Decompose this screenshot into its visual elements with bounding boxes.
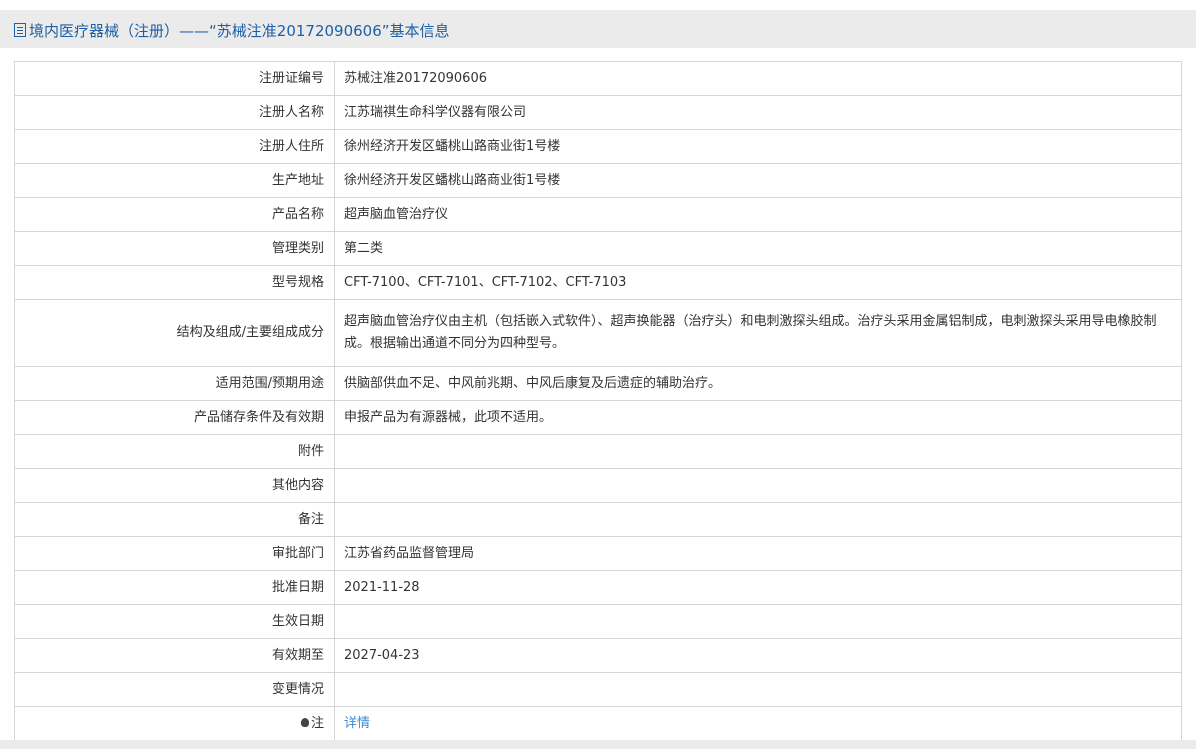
info-table: 注册证编号 苏械注准20172090606 注册人名称 江苏瑞祺生命科学仪器有限公司注…	[14, 61, 1182, 741]
table-row: 有效期至 2027-04-23	[14, 638, 1182, 673]
field-label: 产品名称	[14, 197, 335, 232]
field-label: 注册人名称	[14, 95, 335, 130]
page-header: 境内医疗器械（注册）——“苏械注准20172090606”基本信息	[0, 10, 1196, 48]
table-row: 结构及组成/主要组成成分 超声脑血管治疗仪由主机（包括嵌入式软件）、超声换能器（治…	[14, 299, 1182, 367]
field-value: 供脑部供血不足、中风前兆期、中风后康复及后遗症的辅助治疗。	[334, 366, 1182, 401]
table-row: 适用范围/预期用途 供脑部供血不足、中风前兆期、中风后康复及后遗症的辅助治疗。	[14, 366, 1182, 401]
table-row: 注册人住所 徐州经济开发区蟠桃山路商业街1号楼	[14, 129, 1182, 164]
table-row: 变更情况	[14, 672, 1182, 707]
field-label: 变更情况	[14, 672, 335, 707]
field-value: 2027-04-23	[334, 638, 1182, 673]
field-value: 2021-11-28	[334, 570, 1182, 605]
field-label: 型号规格	[14, 265, 335, 300]
table-row: 审批部门 江苏省药品监督管理局	[14, 536, 1182, 571]
table-row: 附件	[14, 434, 1182, 469]
table-row: 生产地址 徐州经济开发区蟠桃山路商业街1号楼	[14, 163, 1182, 198]
footer-band	[0, 740, 1196, 749]
table-row: 产品储存条件及有效期 申报产品为有源器械，此项不适用。	[14, 400, 1182, 435]
document-icon	[14, 23, 26, 37]
field-label: 生效日期	[14, 604, 335, 639]
details-link[interactable]: 详情	[344, 716, 370, 731]
note-row: 注 详情	[14, 706, 1182, 741]
field-value: 江苏省药品监督管理局	[334, 536, 1182, 571]
page-title: 境内医疗器械（注册）——“苏械注准20172090606”基本信息	[14, 20, 450, 41]
field-value: 第二类	[334, 231, 1182, 266]
table-row: 生效日期	[14, 604, 1182, 639]
note-label: 注	[14, 706, 335, 741]
field-value: 申报产品为有源器械，此项不适用。	[334, 400, 1182, 435]
field-label: 审批部门	[14, 536, 335, 571]
field-label: 批准日期	[14, 570, 335, 605]
field-label: 备注	[14, 502, 335, 537]
field-label: 附件	[14, 434, 335, 469]
field-value	[334, 604, 1182, 639]
page-title-text: 境内医疗器械（注册）——“苏械注准20172090606”基本信息	[29, 22, 450, 40]
table-row: 型号规格 CFT-7100、CFT-7101、CFT-7102、CFT-7103	[14, 265, 1182, 300]
field-value: 江苏瑞祺生命科学仪器有限公司	[334, 95, 1182, 130]
field-label: 注册人住所	[14, 129, 335, 164]
table-row: 批准日期 2021-11-28	[14, 570, 1182, 605]
field-label: 注册证编号	[14, 61, 335, 96]
field-label: 产品储存条件及有效期	[14, 400, 335, 435]
table-row: 产品名称 超声脑血管治疗仪	[14, 197, 1182, 232]
field-label: 生产地址	[14, 163, 335, 198]
field-value	[334, 672, 1182, 707]
field-label: 其他内容	[14, 468, 335, 503]
field-value: 徐州经济开发区蟠桃山路商业街1号楼	[334, 163, 1182, 198]
field-value: 超声脑血管治疗仪	[334, 197, 1182, 232]
table-row: 注册证编号 苏械注准20172090606	[14, 61, 1182, 96]
table-row: 其他内容	[14, 468, 1182, 503]
table-row: 管理类别 第二类	[14, 231, 1182, 266]
field-label: 管理类别	[14, 231, 335, 266]
table-row: 备注	[14, 502, 1182, 537]
table-row: 注册人名称 江苏瑞祺生命科学仪器有限公司	[14, 95, 1182, 130]
field-value: 徐州经济开发区蟠桃山路商业街1号楼	[334, 129, 1182, 164]
note-label-text: 注	[310, 715, 324, 731]
field-value: 超声脑血管治疗仪由主机（包括嵌入式软件）、超声换能器（治疗头）和电刺激探头组成。…	[334, 299, 1182, 367]
field-value	[334, 468, 1182, 503]
lightbulb-icon	[300, 717, 309, 727]
field-label: 有效期至	[14, 638, 335, 673]
field-label: 适用范围/预期用途	[14, 366, 335, 401]
field-label: 结构及组成/主要组成成分	[14, 299, 335, 367]
field-value: 苏械注准20172090606	[334, 61, 1182, 96]
field-value	[334, 434, 1182, 469]
field-value	[334, 502, 1182, 537]
field-value: CFT-7100、CFT-7101、CFT-7102、CFT-7103	[334, 265, 1182, 300]
